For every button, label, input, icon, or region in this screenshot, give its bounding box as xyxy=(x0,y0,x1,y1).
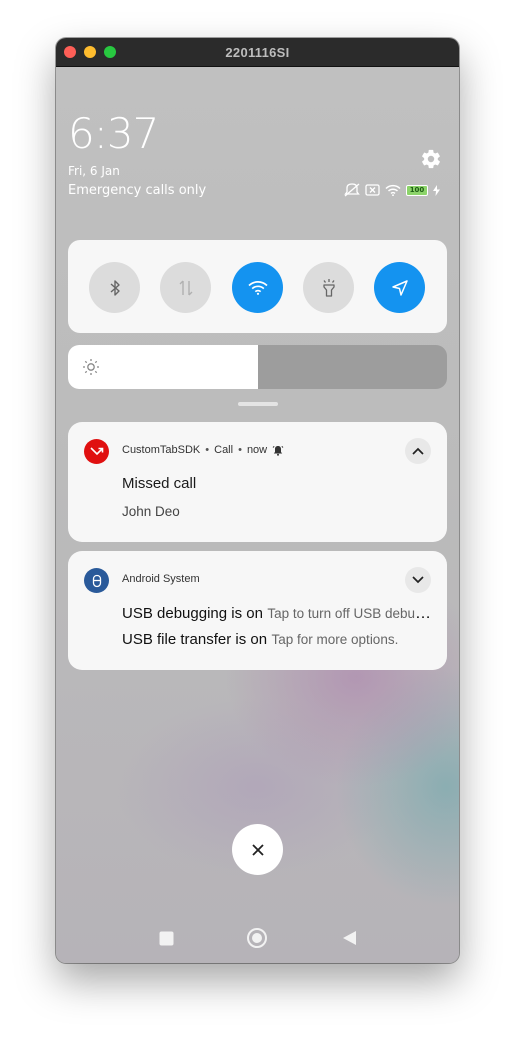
charging-icon xyxy=(433,184,440,196)
app-name: Android System xyxy=(122,573,200,585)
mobile-data-toggle[interactable] xyxy=(160,262,211,313)
wifi-toggle[interactable] xyxy=(232,262,283,313)
wifi-icon xyxy=(385,184,401,196)
notification-android-system[interactable]: Android System USB debugging is on Tap t… xyxy=(68,551,447,670)
location-icon xyxy=(391,279,408,296)
collapse-button[interactable] xyxy=(405,438,431,464)
mobile-data-icon xyxy=(179,280,192,295)
clear-all-button[interactable] xyxy=(232,824,283,875)
notification-header: Android System xyxy=(122,573,200,585)
app-name: CustomTabSDK xyxy=(122,444,201,456)
notification-missed-call[interactable]: CustomTabSDK • Call • now Missed call Jo… xyxy=(68,422,447,542)
circle-icon xyxy=(247,928,267,948)
settings-gear-icon[interactable] xyxy=(420,148,442,170)
expand-button[interactable] xyxy=(405,567,431,593)
usb-debugging-text: Tap to turn off USB debugging. xyxy=(267,606,432,621)
chevron-down-icon xyxy=(412,576,424,584)
square-icon xyxy=(159,931,173,945)
wifi-icon xyxy=(247,281,268,295)
usb-debugging-line: USB debugging is on Tap to turn off USB … xyxy=(122,605,432,623)
triangle-back-icon xyxy=(342,931,356,945)
clock[interactable]: 6:37 xyxy=(68,111,159,157)
date[interactable]: Fri, 6 Jan xyxy=(68,164,120,178)
muted-vibrate-icon xyxy=(344,183,360,197)
missed-call-app-icon xyxy=(84,439,109,464)
notification-time: now xyxy=(246,444,268,456)
location-toggle[interactable] xyxy=(374,262,425,313)
flashlight-toggle[interactable] xyxy=(303,262,354,313)
home-button[interactable] xyxy=(241,922,273,954)
alert-bell-icon xyxy=(272,445,284,456)
back-button[interactable] xyxy=(333,922,365,954)
title-bar: 2201116SI xyxy=(56,38,459,67)
separator-dot: • xyxy=(238,444,242,456)
usb-file-transfer-line: USB file transfer is on Tap for more opt… xyxy=(122,631,432,649)
emulator-window: 2201116SI 6:37 Fri, 6 Jan Emergency call… xyxy=(56,38,459,963)
navigation-bar xyxy=(56,922,459,954)
notification-shade: 6:37 Fri, 6 Jan Emergency calls only 100 xyxy=(56,67,459,963)
drag-handle[interactable] xyxy=(238,402,278,406)
bluetooth-toggle[interactable] xyxy=(89,262,140,313)
separator-dot: • xyxy=(205,444,210,456)
no-sim-icon xyxy=(365,184,380,196)
bluetooth-icon xyxy=(110,279,120,296)
brightness-icon xyxy=(83,359,99,375)
notification-category: Call xyxy=(214,444,234,456)
recents-button[interactable] xyxy=(150,922,182,954)
android-system-app-icon xyxy=(84,568,109,593)
flashlight-icon xyxy=(322,278,335,297)
usb-file-transfer-title: USB file transfer is on xyxy=(122,631,268,648)
notification-title: Missed call xyxy=(122,475,197,492)
status-icons: 100 xyxy=(344,182,440,198)
usb-debugging-title: USB debugging is on xyxy=(122,605,263,622)
usb-file-transfer-text: Tap for more options. xyxy=(271,632,399,647)
network-status: Emergency calls only xyxy=(68,183,207,198)
notification-text: John Deo xyxy=(122,504,180,519)
battery-icon: 100 xyxy=(406,184,428,196)
chevron-up-icon xyxy=(412,447,424,455)
quick-settings-panel xyxy=(68,240,447,333)
close-icon xyxy=(251,843,264,856)
brightness-slider[interactable] xyxy=(68,345,447,389)
window-title: 2201116SI xyxy=(225,45,290,60)
notification-header: CustomTabSDK • Call • now xyxy=(122,444,284,456)
